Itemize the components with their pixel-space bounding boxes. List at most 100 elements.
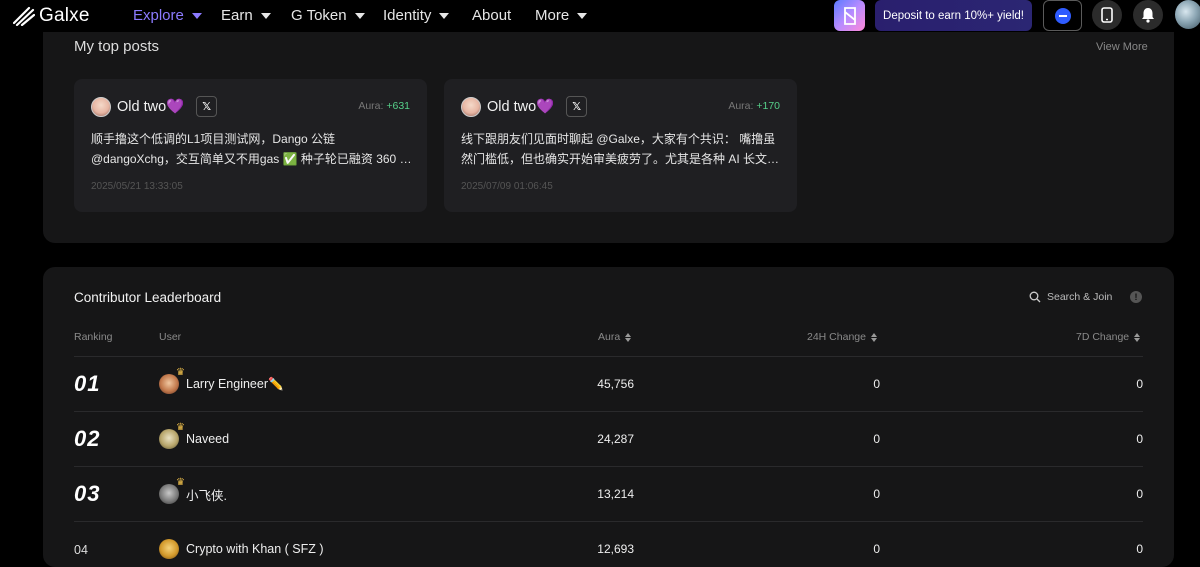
sort-icon bbox=[871, 333, 877, 342]
bell-icon bbox=[1142, 8, 1154, 23]
search-join-button[interactable]: Search & Join bbox=[1029, 291, 1112, 303]
top-nav: Galxe Explore Earn G Token Identity Abou… bbox=[0, 0, 1200, 32]
wallet-button[interactable] bbox=[1043, 0, 1082, 31]
user-avatar bbox=[159, 539, 179, 559]
nav-more[interactable]: More bbox=[535, 7, 588, 24]
column-header-user-label: User bbox=[159, 331, 182, 343]
user-name: Crypto with Khan ( SFZ ) bbox=[186, 542, 324, 556]
rank-number: 03 bbox=[74, 481, 101, 506]
user-cell[interactable]: Crypto with Khan ( SFZ ) bbox=[159, 539, 324, 559]
row-divider bbox=[74, 521, 1143, 522]
post-card[interactable]: Old two💜 𝕏 Aura: +170 线下跟朋友们见面时聊起 @Galxe… bbox=[444, 79, 797, 212]
nav-g-token[interactable]: G Token bbox=[291, 7, 365, 24]
user-avatar: ♛ bbox=[159, 477, 185, 504]
rank-number: 02 bbox=[74, 426, 101, 451]
nav-g-token-label: G Token bbox=[291, 7, 347, 24]
nav-more-label: More bbox=[535, 7, 570, 24]
user-cell[interactable]: ♛ 小飞侠. bbox=[159, 477, 227, 504]
crown-icon: ♛ bbox=[176, 477, 185, 488]
aura-label: Aura: bbox=[728, 100, 754, 112]
aura-value: 12,693 bbox=[597, 542, 634, 556]
user-name: 小飞侠. bbox=[186, 488, 227, 503]
aura-value: +631 bbox=[386, 100, 410, 112]
column-header-24h-change[interactable]: 24H Change bbox=[807, 331, 877, 343]
user-cell[interactable]: ♛ Larry Engineer✏️ bbox=[159, 367, 284, 394]
galxe-logo[interactable]: Galxe bbox=[13, 5, 90, 27]
view-more-link[interactable]: View More bbox=[1096, 41, 1148, 53]
nav-identity-label: Identity bbox=[383, 7, 432, 24]
user-avatar[interactable] bbox=[1175, 0, 1200, 29]
search-icon bbox=[1029, 291, 1041, 303]
column-header-7d-change[interactable]: 7D Change bbox=[1076, 331, 1140, 343]
galxe-logo-icon bbox=[13, 6, 35, 26]
post-card[interactable]: Old two💜 𝕏 Aura: +631 顺手撸这个低调的L1项目测试网，Da… bbox=[74, 79, 427, 212]
chevron-down-icon bbox=[354, 13, 365, 19]
sort-icon bbox=[625, 333, 631, 342]
aura-value: 24,287 bbox=[597, 432, 634, 446]
wallet-network-icon bbox=[1054, 7, 1071, 24]
user-cell[interactable]: ♛ Naveed bbox=[159, 422, 230, 449]
post-header: Old two💜 𝕏 bbox=[91, 96, 218, 117]
user-name: Naveed bbox=[186, 432, 230, 446]
change-7d-value: 0 bbox=[1136, 487, 1143, 501]
change-7d-value: 0 bbox=[1136, 542, 1143, 556]
post-text: 线下跟朋友们见面时聊起 @Galxe，大家有个共识： 嘴撸虽然门槛低，但也确实开… bbox=[461, 132, 780, 166]
user-avatar: ♛ bbox=[159, 422, 185, 449]
search-join-label: Search & Join bbox=[1047, 291, 1113, 303]
user-name: Larry Engineer✏️ bbox=[186, 376, 284, 391]
top-posts-title: My top posts bbox=[74, 38, 160, 55]
rank-number: 04 bbox=[74, 543, 88, 557]
author-avatar bbox=[461, 96, 481, 117]
mobile-app-button[interactable] bbox=[1092, 0, 1122, 30]
row-divider bbox=[74, 466, 1143, 467]
logo-text: Galxe bbox=[39, 5, 90, 26]
column-header-ranking-label: Ranking bbox=[74, 331, 113, 343]
x-icon[interactable]: 𝕏 bbox=[566, 96, 588, 117]
sort-icon bbox=[1134, 333, 1140, 342]
aura-value: +170 bbox=[756, 100, 780, 112]
app-logo-icon bbox=[843, 6, 856, 25]
x-icon[interactable]: 𝕏 bbox=[196, 96, 218, 117]
chevron-down-icon bbox=[260, 13, 271, 19]
column-header-ranking: Ranking bbox=[74, 331, 113, 343]
aura-value: 13,214 bbox=[597, 487, 634, 501]
post-author: Old two💜 bbox=[487, 99, 555, 115]
deposit-button-label: Deposit to earn 10%+ yield! bbox=[883, 9, 1024, 22]
chevron-down-icon bbox=[191, 13, 202, 19]
nav-explore[interactable]: Explore bbox=[133, 7, 202, 24]
notifications-button[interactable] bbox=[1133, 0, 1163, 30]
nav-explore-label: Explore bbox=[133, 7, 184, 24]
row-divider bbox=[74, 356, 1143, 357]
column-header-24h-label: 24H Change bbox=[807, 331, 866, 343]
post-header: Old two💜 𝕏 bbox=[461, 96, 588, 117]
post-timestamp: 2025/05/21 13:33:05 bbox=[91, 181, 183, 192]
nav-about-label: About bbox=[472, 7, 512, 24]
post-aura: Aura: +170 bbox=[728, 100, 780, 112]
post-timestamp: 2025/07/09 01:06:45 bbox=[461, 181, 553, 192]
post-aura: Aura: +631 bbox=[358, 100, 410, 112]
post-author: Old two💜 bbox=[117, 99, 185, 115]
change-24h-value: 0 bbox=[873, 432, 880, 446]
nav-identity[interactable]: Identity bbox=[383, 7, 450, 24]
phone-icon bbox=[1101, 7, 1113, 23]
change-24h-value: 0 bbox=[873, 487, 880, 501]
user-avatar: ♛ bbox=[159, 367, 185, 394]
column-header-7d-label: 7D Change bbox=[1076, 331, 1130, 343]
aura-label: Aura: bbox=[358, 100, 384, 112]
column-header-user: User bbox=[159, 331, 181, 343]
crown-icon: ♛ bbox=[176, 367, 185, 378]
change-24h-value: 0 bbox=[873, 377, 880, 391]
change-24h-value: 0 bbox=[873, 542, 880, 556]
author-avatar bbox=[91, 96, 111, 117]
nav-earn-label: Earn bbox=[221, 7, 253, 24]
column-header-aura[interactable]: Aura bbox=[598, 331, 631, 343]
app-icon-button[interactable] bbox=[834, 0, 865, 31]
info-icon[interactable]: ! bbox=[1130, 291, 1142, 303]
row-divider bbox=[74, 411, 1143, 412]
deposit-button[interactable]: Deposit to earn 10%+ yield! bbox=[875, 0, 1032, 31]
rank-number: 01 bbox=[74, 371, 101, 396]
change-7d-value: 0 bbox=[1136, 432, 1143, 446]
leaderboard-panel bbox=[43, 267, 1174, 567]
nav-about[interactable]: About bbox=[472, 7, 511, 24]
nav-earn[interactable]: Earn bbox=[221, 7, 271, 24]
